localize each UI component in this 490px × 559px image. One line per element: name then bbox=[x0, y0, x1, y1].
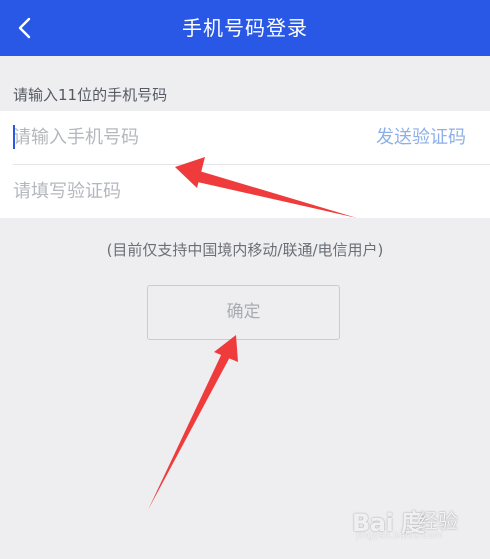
annotation-arrows bbox=[148, 157, 357, 510]
watermark-url: jingyan.baidu.com bbox=[356, 531, 443, 541]
text-cursor bbox=[13, 125, 15, 149]
arrow-to-confirm-button bbox=[148, 335, 238, 510]
confirm-button[interactable]: 确定 bbox=[147, 285, 340, 340]
code-row bbox=[0, 165, 490, 218]
send-code-button[interactable]: 发送验证码 bbox=[376, 111, 466, 164]
top-bar: 手机号码登录 bbox=[0, 0, 490, 56]
carrier-support-note: (目前仅支持中国境内移动/联通/电信用户) bbox=[106, 241, 384, 259]
phone-hint-label: 请输入11位的手机号码 bbox=[13, 86, 168, 104]
phone-row: 发送验证码 bbox=[0, 111, 490, 165]
page-title: 手机号码登录 bbox=[182, 16, 308, 40]
verification-code-input[interactable] bbox=[13, 165, 473, 218]
phone-input[interactable] bbox=[13, 111, 343, 164]
baidu-jingyan-watermark: Bai 度 经验 jingyan.baidu.com bbox=[352, 497, 478, 541]
watermark-text: 经验 bbox=[418, 509, 458, 533]
watermark-logo: Bai 度 bbox=[352, 509, 425, 537]
login-form-card: 发送验证码 bbox=[0, 111, 490, 218]
